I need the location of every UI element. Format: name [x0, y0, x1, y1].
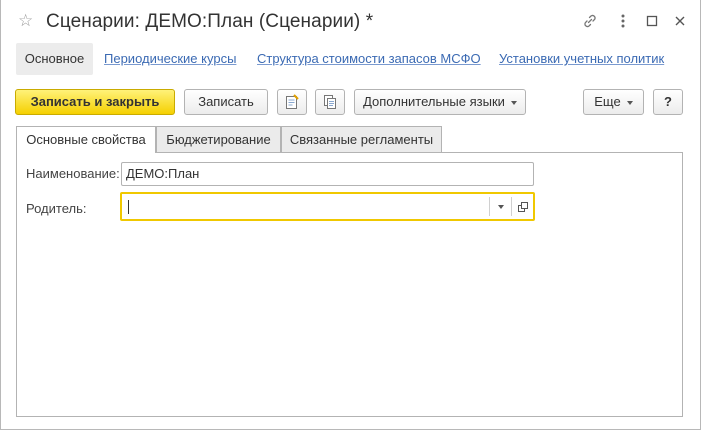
form-window: ☆ Сценарии: ДЕМО:План (Сценарии) * Основ…: [0, 0, 701, 430]
name-field[interactable]: ДЕМО:План: [121, 162, 534, 186]
tab-budgeting[interactable]: Бюджетирование: [156, 126, 281, 152]
save-and-close-button[interactable]: Записать и закрыть: [15, 89, 175, 115]
name-label: Наименование:: [26, 166, 120, 181]
parent-field[interactable]: [120, 192, 535, 221]
document-edit-icon: [286, 93, 299, 109]
save-button[interactable]: Записать: [184, 89, 268, 115]
chevron-down-icon: [626, 100, 633, 105]
extra-languages-label: Дополнительные языки: [363, 94, 505, 109]
window-title: Сценарии: ДЕМО:План (Сценарии) *: [46, 11, 374, 32]
more-icon[interactable]: [613, 11, 633, 31]
parent-label: Родитель:: [26, 201, 87, 216]
tab-related-regulations[interactable]: Связанные регламенты: [281, 126, 442, 152]
extra-languages-button[interactable]: Дополнительные языки: [354, 89, 526, 115]
report-structure-button[interactable]: [277, 89, 307, 115]
copy-button[interactable]: [315, 89, 345, 115]
nav-item-periodic-rates[interactable]: Периодические курсы: [104, 43, 236, 75]
help-button[interactable]: ?: [653, 89, 683, 115]
open-window-icon: [517, 201, 528, 212]
nav-item-ifrs-cost-structure[interactable]: Структура стоимости запасов МСФО: [257, 43, 481, 75]
chevron-down-icon: [497, 204, 504, 209]
open-button[interactable]: [512, 194, 533, 219]
link-icon[interactable]: [580, 11, 600, 31]
documents-icon: [324, 94, 336, 109]
star-icon[interactable]: ☆: [18, 11, 33, 31]
more-actions-button[interactable]: Еще: [583, 89, 644, 115]
nav-item-accounting-policies[interactable]: Установки учетных политик: [499, 43, 664, 75]
close-icon[interactable]: [670, 11, 690, 31]
chevron-down-icon: [510, 100, 517, 105]
dropdown-button[interactable]: [490, 194, 511, 219]
maximize-icon[interactable]: [642, 11, 662, 31]
text-cursor: [128, 200, 129, 214]
nav-item-main[interactable]: Основное: [16, 43, 93, 75]
more-actions-label: Еще: [594, 94, 621, 109]
tab-main-properties[interactable]: Основные свойства: [16, 126, 156, 153]
